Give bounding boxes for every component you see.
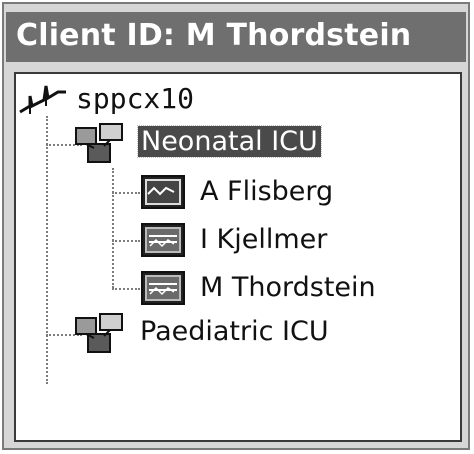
- tree-connector-patient-2: [112, 240, 140, 242]
- window-title: Client ID: M Thordstein: [16, 18, 412, 53]
- window-titlebar: Client ID: M Thordstein: [6, 12, 466, 62]
- tree-node-paediatric-icu[interactable]: Paediatric ICU: [74, 312, 374, 356]
- tree-connector-patient-1: [112, 192, 140, 194]
- tree-node-neonatal-icu[interactable]: Neonatal ICU: [74, 122, 364, 166]
- tree-connector-patient-3: [112, 288, 140, 290]
- tree-node-patient-3-label: M Thordstein: [200, 272, 376, 303]
- tree-node-patient-1[interactable]: A Flisberg: [140, 174, 400, 214]
- unit-group-icon: [75, 123, 123, 163]
- client-tree-view[interactable]: sppcx10 Neonatal ICU A Flisberg I Kjellm…: [14, 72, 462, 442]
- monitor-icon: [141, 175, 185, 209]
- monitor-icon: [141, 223, 185, 257]
- tree-node-patient-1-label: A Flisberg: [200, 176, 334, 207]
- tree-node-patient-2-label: I Kjellmer: [200, 224, 328, 255]
- tree-node-neonatal-icu-label: Neonatal ICU: [137, 125, 322, 158]
- tree-connector-root: [46, 116, 48, 384]
- tree-node-root[interactable]: sppcx10: [18, 80, 248, 120]
- tree-node-patient-3[interactable]: M Thordstein: [140, 270, 440, 310]
- unit-group-icon: [75, 313, 123, 353]
- tree-node-paediatric-icu-label: Paediatric ICU: [140, 316, 329, 347]
- tree-connector-patients: [112, 168, 114, 288]
- network-icon: [19, 85, 66, 114]
- monitor-icon: [141, 271, 185, 305]
- tree-node-patient-2[interactable]: I Kjellmer: [140, 222, 400, 262]
- tree-node-root-label: sppcx10: [76, 82, 195, 115]
